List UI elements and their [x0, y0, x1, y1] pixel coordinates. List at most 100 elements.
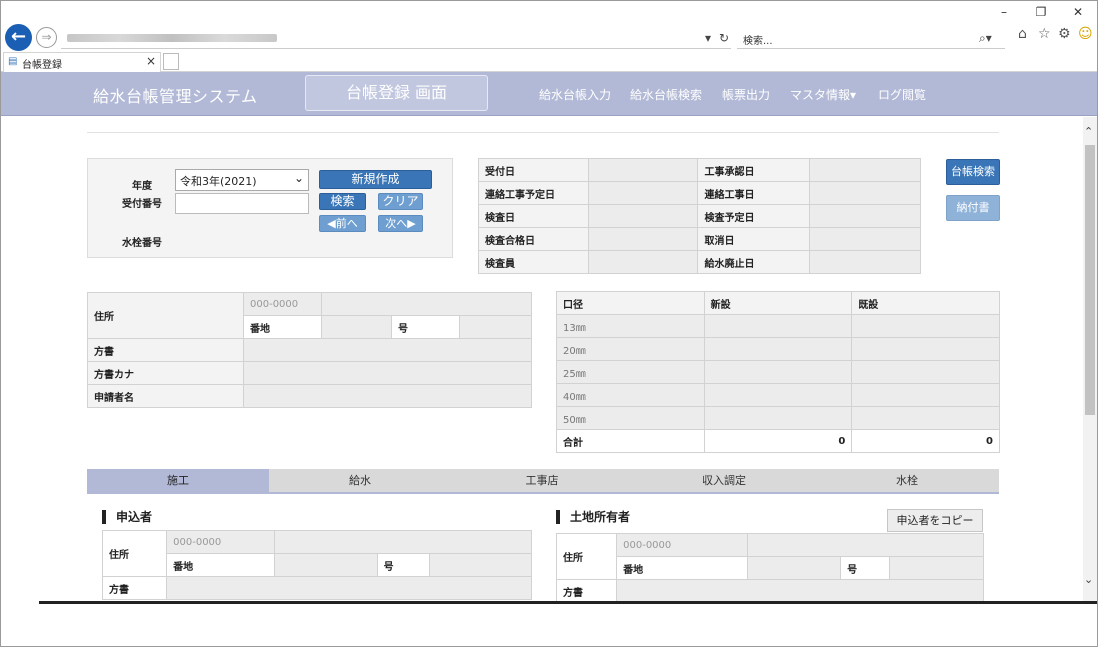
existing-count-field[interactable]: [851, 314, 1000, 338]
existing-count-field[interactable]: [851, 360, 1000, 384]
search-button[interactable]: 検索: [319, 193, 366, 210]
browser-search-field[interactable]: 検索... ⌕▾: [737, 27, 1005, 49]
address-field[interactable]: [274, 530, 532, 554]
inspection-date-field[interactable]: [587, 204, 699, 228]
banchi-field[interactable]: [274, 553, 378, 577]
address-field[interactable]: [746, 533, 985, 557]
new-count-field[interactable]: [703, 337, 853, 361]
date-label: 取消日: [697, 227, 811, 251]
tab-revenue[interactable]: 収入調定: [633, 469, 815, 494]
katagaki-field[interactable]: [243, 338, 532, 362]
nav-log-view[interactable]: ログ閲覧: [878, 86, 926, 103]
vertical-scrollbar[interactable]: ⌃ ⌄: [1083, 117, 1097, 601]
date-label: 検査合格日: [478, 227, 589, 251]
tab-faucet[interactable]: 水栓: [815, 469, 999, 494]
smiley-feedback-icon[interactable]: ☺: [1078, 26, 1093, 42]
minimize-icon[interactable]: –: [989, 3, 1019, 21]
caliber-label: 13㎜: [556, 314, 705, 338]
receipt-date-field[interactable]: [587, 158, 699, 182]
year-value: 令和3年(2021): [180, 175, 257, 188]
restore-icon[interactable]: ❐: [1026, 3, 1056, 21]
settings-gear-icon[interactable]: ⚙: [1058, 26, 1071, 42]
inspection-planned-date-field[interactable]: [809, 204, 921, 228]
table-row: 方書: [87, 338, 532, 362]
contact-planned-date-field[interactable]: [587, 181, 699, 205]
close-tab-icon[interactable]: ×: [146, 54, 156, 68]
katagaki-field[interactable]: [166, 576, 532, 600]
browser-tab[interactable]: ▤ 台帳登録 ×: [3, 52, 161, 72]
new-count-field[interactable]: [703, 314, 853, 338]
existing-count-field[interactable]: [851, 383, 1000, 407]
existing-count-field[interactable]: [851, 337, 1000, 361]
next-button[interactable]: 次へ▶: [378, 215, 423, 232]
clear-button[interactable]: クリア: [378, 193, 423, 210]
zip-field[interactable]: 000-0000: [616, 533, 748, 557]
katagaki-kana-label: 方書カナ: [87, 361, 244, 385]
year-select[interactable]: 令和3年(2021) ⌄: [175, 169, 309, 191]
existing-count-field[interactable]: [851, 406, 1000, 430]
caliber-label: 20㎜: [556, 337, 705, 361]
caliber-table: 口径 新設 既設 13㎜ 20㎜ 25㎜ 40㎜ 50㎜ 合計 0 0: [556, 291, 1000, 453]
table-row: 方書: [101, 576, 532, 600]
new-count-field[interactable]: [703, 406, 853, 430]
go-field[interactable]: [889, 556, 984, 580]
approval-date-field[interactable]: [809, 158, 921, 182]
scroll-thumb[interactable]: [1085, 145, 1095, 415]
applicant-section-title: 申込者: [102, 510, 152, 524]
refresh-icon[interactable]: ↻: [719, 31, 729, 45]
katagaki-kana-field[interactable]: [243, 361, 532, 385]
contact-work-date-field[interactable]: [809, 181, 921, 205]
tab-construction[interactable]: 施工: [87, 469, 269, 494]
tab-water-supply[interactable]: 給水: [269, 469, 451, 494]
new-count-field[interactable]: [703, 383, 853, 407]
table-row: 50㎜: [556, 406, 1000, 430]
close-window-icon[interactable]: ✕: [1063, 3, 1093, 21]
forward-arrow-icon[interactable]: ⇒: [36, 27, 57, 48]
date-label: 受付日: [478, 158, 589, 182]
address-bar[interactable]: ▾ ↻: [61, 27, 731, 49]
invoice-button[interactable]: 納付書: [946, 195, 1000, 221]
new-count-field[interactable]: [703, 360, 853, 384]
address-field[interactable]: [321, 292, 532, 316]
table-row: 検査日 検査予定日: [478, 204, 921, 228]
go-label: 号: [391, 315, 460, 339]
banchi-field[interactable]: [321, 315, 392, 339]
prev-button[interactable]: ◀前へ: [319, 215, 366, 232]
table-row: 20㎜: [556, 337, 1000, 361]
zip-field[interactable]: 000-0000: [243, 292, 322, 316]
banchi-field[interactable]: [746, 556, 842, 580]
new-create-button[interactable]: 新規作成: [319, 170, 432, 189]
banchi-label: 番地: [166, 553, 276, 577]
nav-ledger-search[interactable]: 給水台帳検索: [630, 86, 702, 103]
scroll-down-icon[interactable]: ⌄: [1084, 573, 1093, 586]
favorites-star-icon[interactable]: ☆: [1038, 26, 1051, 42]
date-label: 連絡工事予定日: [478, 181, 589, 205]
back-arrow-icon[interactable]: ←: [5, 24, 32, 51]
nav-report-output[interactable]: 帳票出力: [722, 86, 770, 103]
nav-master-info[interactable]: マスタ情報▾: [790, 86, 856, 103]
go-field[interactable]: [459, 315, 532, 339]
scroll-up-icon[interactable]: ⌃: [1084, 125, 1093, 138]
inspection-pass-date-field[interactable]: [587, 227, 699, 251]
table-row: 住所 000-0000: [87, 292, 532, 339]
home-icon[interactable]: ⌂: [1018, 26, 1027, 42]
table-row: 住所 000-0000: [101, 530, 532, 577]
cancel-date-field[interactable]: [809, 227, 921, 251]
magnifier-icon[interactable]: ⌕▾: [979, 31, 992, 46]
copy-applicant-button[interactable]: 申込者をコピー: [887, 509, 983, 532]
tab-contractor[interactable]: 工事店: [451, 469, 633, 494]
katagaki-label: 方書: [87, 338, 244, 362]
katagaki-field[interactable]: [616, 579, 984, 601]
inspector-field[interactable]: [587, 250, 699, 274]
nav-ledger-input[interactable]: 給水台帳入力: [539, 86, 611, 103]
abolish-date-field[interactable]: [809, 250, 921, 274]
dropdown-arrow-icon[interactable]: ▾: [705, 31, 711, 45]
main-content: 年度 令和3年(2021) ⌄ 受付番号 水栓番号 新規作成 検索 クリア ◀前…: [1, 117, 1083, 601]
applicant-name-field[interactable]: [243, 384, 532, 408]
receipt-number-input[interactable]: [175, 193, 309, 214]
total-existing-value: 0: [851, 429, 1000, 453]
ledger-search-button[interactable]: 台帳検索: [946, 159, 1000, 185]
new-tab-icon[interactable]: [163, 53, 179, 70]
zip-field[interactable]: 000-0000: [166, 530, 276, 554]
go-field[interactable]: [428, 553, 533, 577]
